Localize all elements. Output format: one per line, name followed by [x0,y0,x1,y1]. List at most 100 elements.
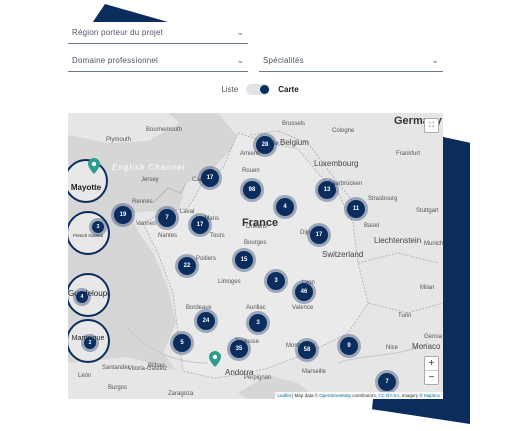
map-label: Aurillac [246,305,266,311]
map-label: Basel [364,223,380,229]
map-label: Santander [102,365,130,371]
cluster-marker[interactable]: 98 [243,181,261,199]
cluster-marker[interactable]: 5 [173,334,191,352]
domaine-select[interactable]: Domaine professionnel ⌄ [68,50,248,72]
cluster-marker[interactable]: 7 [158,209,176,227]
list-view-option[interactable]: Liste [221,85,238,94]
map-attribution: Leaflet | Map data © OpenStreetMap contr… [274,392,443,399]
map-label: Amiens [240,151,261,157]
inset-mayotte-label: Mayotte [70,183,102,192]
map-label: Zaragoza [168,391,194,397]
cluster-marker[interactable]: 15 [235,251,253,269]
map-label: Belgium [280,138,309,147]
location-pin-icon[interactable] [209,351,221,367]
mapbox-link[interactable]: Mapbox [424,393,440,398]
view-toggle: Liste Carte [0,84,520,95]
chevron-down-icon: ⌄ [236,27,244,37]
map-label: Bordeaux [186,305,212,311]
map-label: Marseille [302,369,327,375]
cluster-marker[interactable]: 58 [298,341,316,359]
cluster-marker[interactable]: 2 [84,337,96,349]
cluster-marker[interactable]: 17 [201,169,219,187]
cluster-marker[interactable]: 17 [310,226,328,244]
map-label: Nantes [158,233,178,239]
map-label: Poitiers [196,256,217,262]
fullscreen-button[interactable]: ⛶ [424,118,439,133]
attribution-text: contributors, [351,393,379,398]
inset-martinique[interactable]: Martinique 2 [68,319,110,363]
cluster-marker[interactable]: 24 [197,312,215,330]
map-label: Brussels [282,121,306,127]
inset-french-guiana-label: French Guiana [73,233,103,238]
cluster-marker[interactable]: 4 [276,198,294,216]
map-label: Plymouth [106,137,132,143]
chevron-down-icon: ⌄ [431,55,439,65]
map-label: Bournemouth [146,127,183,133]
cluster-marker[interactable]: 7 [378,373,396,391]
attribution-text: | Map data © [291,393,320,398]
cluster-marker[interactable]: 35 [230,340,248,358]
map-label: Frankfurt [396,151,421,157]
region-select-label: Région porteur du projet [72,28,164,37]
cluster-marker[interactable]: 3 [92,221,104,233]
map-label: Nice [386,345,399,351]
map-label: Tours [210,233,225,239]
cluster-marker[interactable]: 13 [318,181,336,199]
map-label: English Channel [112,163,186,172]
map-label: Limoges [218,279,241,285]
map-label: Burgos [108,385,128,391]
osm-link[interactable]: OpenStreetMap [319,393,351,398]
cluster-marker[interactable]: 17 [191,216,209,234]
zoom-in-button[interactable]: + [425,357,438,370]
location-pin-icon[interactable] [88,158,100,174]
map-label: Strasbourg [368,196,398,202]
map-label: Monaco [412,342,441,351]
map-label: Laval [180,209,195,215]
specialites-select[interactable]: Spécialités ⌄ [259,50,443,72]
map-container[interactable]: Germany France Belgium Luxembourg Switzerlan… [68,113,443,399]
inset-guadeloupe-label: Guadeloupe [68,289,110,298]
cluster-marker[interactable]: 4 [76,291,88,303]
map-label: Vitoria-Gasteiz [128,366,168,372]
inset-french-guiana[interactable]: French Guiana 3 [68,211,110,255]
map-label: León [78,373,92,379]
map-label: Jersey [141,177,159,183]
map-label: Genoa [424,334,443,340]
domaine-select-label: Domaine professionnel [72,56,159,65]
cluster-marker[interactable]: 3 [249,314,267,332]
view-switch[interactable] [246,84,271,95]
map-label: Rouen [242,168,260,174]
map-label: Turin [398,313,412,319]
map-label: Stuttgart [416,208,439,214]
license-link[interactable]: CC-BY-SA [378,393,399,398]
map-label: Bourges [244,240,267,246]
leaflet-link[interactable]: Leaflet [278,393,292,398]
map-label: Valence [292,305,314,311]
region-select[interactable]: Région porteur du projet ⌄ [68,22,248,44]
switch-knob [260,85,270,94]
attribution-text: , Imagery © [399,393,424,398]
cluster-marker[interactable]: 22 [178,257,196,275]
map-label: Vannes [136,221,156,227]
chevron-down-icon: ⌄ [236,55,244,65]
zoom-control: + − [424,356,439,385]
map-label: Rennes [132,199,153,205]
cluster-marker[interactable]: 46 [295,283,313,301]
cluster-marker[interactable]: 11 [347,200,365,218]
map-view-option[interactable]: Carte [278,85,298,94]
cluster-marker[interactable]: 3 [267,272,285,290]
zoom-out-button[interactable]: − [425,370,438,384]
map-label: Cologne [332,128,355,134]
map-label: Orléans [246,224,268,230]
map-label: Milan [420,285,435,291]
inset-guadeloupe[interactable]: Guadeloupe 4 [68,273,110,317]
map-label: Liechtenstein [374,236,422,245]
specialites-select-label: Spécialités [263,56,304,65]
cluster-marker[interactable]: 9 [340,337,358,355]
map-label: Switzerland [322,250,364,259]
cluster-marker[interactable]: 28 [256,136,274,154]
map-label: Perpignan [244,375,272,381]
map-label: Munich [424,241,443,247]
cluster-marker[interactable]: 19 [114,206,132,224]
map-label: Luxembourg [314,159,359,168]
